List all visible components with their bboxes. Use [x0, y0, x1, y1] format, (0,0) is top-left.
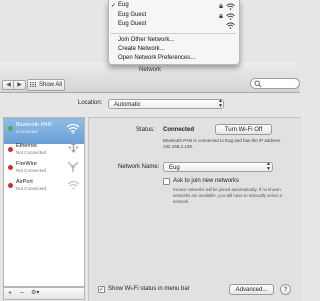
- service-status: Not Connected: [16, 150, 47, 155]
- service-name: Bluetooth PAN: [16, 122, 52, 128]
- grid-icon: [30, 82, 36, 87]
- ask-to-join-label: Ask to join new networks: [173, 178, 240, 184]
- join-other-network-item[interactable]: Join Other Network...: [118, 37, 174, 43]
- service-list-footer: [3, 287, 85, 300]
- service-name: FireWire: [16, 161, 37, 167]
- ask-to-join-checkbox[interactable]: [163, 178, 170, 185]
- wifi-signal-icon: [226, 22, 235, 29]
- status-description: Bluetooth PAN is connected to Eug and ha…: [163, 138, 281, 149]
- status-dot-red: [8, 147, 13, 152]
- location-label: Location:: [78, 100, 103, 106]
- open-network-preferences-item[interactable]: Open Network Preferences...: [118, 55, 195, 61]
- search-icon: [254, 80, 262, 88]
- wifi-signal-icon: [226, 3, 235, 10]
- forward-button[interactable]: ▶: [13, 80, 26, 90]
- location-select[interactable]: Automatic: [108, 99, 224, 109]
- menu-separator: [110, 33, 236, 34]
- service-status: Connected: [16, 129, 38, 134]
- status-dot-red: [8, 183, 13, 188]
- show-wifi-status-label: Show Wi-Fi status in menu bar: [108, 286, 190, 292]
- network-item-eug-guest[interactable]: Eug Guest: [118, 12, 146, 18]
- add-service-button[interactable]: +: [8, 289, 12, 298]
- create-network-item[interactable]: Create Network...: [118, 46, 165, 52]
- network-name-select[interactable]: Eug: [163, 162, 273, 172]
- firewire-icon: [67, 161, 79, 172]
- ask-to-join-description: Known networks will be joined automatica…: [173, 187, 282, 204]
- checkmark-icon: ✓: [111, 3, 117, 9]
- status-value: Connected: [163, 127, 195, 133]
- wifi-signal-icon: [226, 13, 235, 20]
- service-status: Not Connected: [16, 186, 47, 191]
- chevron-updown-icon: ▲ ▼: [218, 98, 223, 109]
- service-name: Ethernet: [16, 143, 37, 149]
- chevron-updown-icon: ▲ ▼: [266, 161, 271, 172]
- advanced-button[interactable]: Advanced...: [229, 284, 274, 295]
- status-dot-green: [8, 126, 13, 131]
- show-all-label: Show All: [39, 82, 63, 88]
- service-status: Not Connected: [16, 168, 47, 173]
- window-title: Network: [138, 67, 161, 73]
- network-name-label: Network Name:: [118, 164, 160, 170]
- turn-wifi-off-button[interactable]: Turn Wi-Fi Off: [215, 124, 272, 135]
- network-item-eug[interactable]: Eug: [118, 2, 129, 8]
- ethernet-icon: [68, 142, 79, 153]
- network-item-eug-guest-2[interactable]: Eug Guest: [118, 21, 146, 27]
- help-button[interactable]: ?: [280, 284, 291, 295]
- wifi-icon: [66, 123, 80, 134]
- status-label: Status:: [136, 127, 155, 133]
- action-menu-button[interactable]: ⚙▾: [31, 289, 39, 298]
- status-dot-red: [8, 165, 13, 170]
- remove-service-button[interactable]: −: [20, 289, 24, 298]
- lock-icon: [219, 14, 223, 18]
- airport-icon: [67, 180, 80, 190]
- show-wifi-status-checkbox[interactable]: ✓: [98, 286, 105, 293]
- service-name: AirPort: [16, 179, 33, 185]
- lock-icon: [219, 4, 223, 8]
